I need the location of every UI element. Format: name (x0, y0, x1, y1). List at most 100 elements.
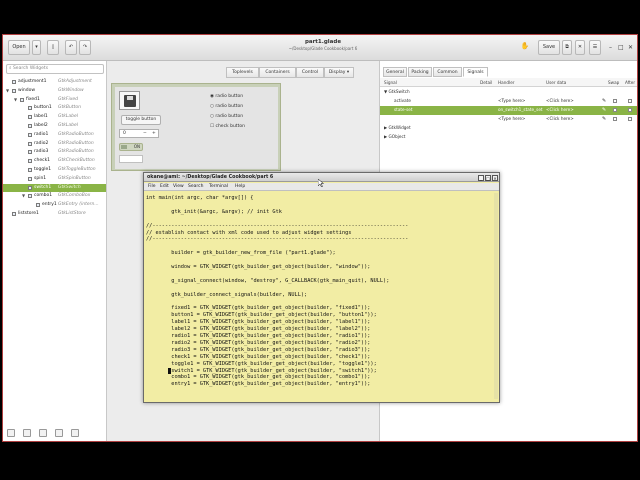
radio-button-preview[interactable]: ◉ radio button (210, 92, 245, 102)
tree-item[interactable]: radio2 GtkRadioButton (3, 140, 106, 149)
tree-action-icon[interactable] (55, 429, 63, 437)
tree-item[interactable]: ▼ fixed1 GtkFixed (3, 96, 106, 105)
signal-user-data[interactable]: <Click here> (546, 115, 574, 124)
image-preview[interactable] (119, 91, 140, 110)
plus-icon[interactable]: + (152, 130, 156, 137)
signal-row[interactable]: ▶ GObject (380, 133, 637, 142)
tree-item[interactable]: label2 GtkLabel (3, 122, 106, 131)
minus-icon[interactable]: − (143, 130, 147, 137)
signal-row[interactable]: ▼ GtkSwitch (380, 88, 637, 97)
menu-edit[interactable]: Edit (160, 183, 169, 191)
terminal-output[interactable]: int main(int argc, char *argv[]) { gtk_i… (146, 193, 497, 399)
tree-item[interactable]: label1 GtkLabel (3, 113, 106, 122)
signal-user-data[interactable]: <Click here> (546, 97, 574, 106)
tab-signals[interactable]: Signals (463, 67, 488, 77)
menu-search[interactable]: Search (188, 183, 203, 191)
col-user-data[interactable]: User data (546, 78, 566, 87)
tree-item[interactable]: entry1 GtkEntry (intern... (3, 201, 106, 210)
tab-display[interactable]: Display ▾ (324, 67, 354, 78)
edit-icon[interactable]: ✎ (602, 115, 606, 124)
radio-label: radio button (215, 94, 244, 99)
col-detail[interactable]: Detail (480, 78, 492, 87)
tree-item[interactable]: button1 GtkButton (3, 104, 106, 113)
undo-button[interactable]: ↶ (65, 40, 77, 55)
expander-arrow-icon[interactable]: ▼ (6, 87, 9, 96)
checkbox[interactable] (628, 99, 632, 103)
signal-handler[interactable]: on_switch1_state_set (498, 106, 543, 115)
spin-button-preview[interactable]: 0 − + (119, 129, 159, 138)
app-menu-button[interactable]: ☰ (589, 40, 601, 55)
radio-button-preview[interactable]: ○ radio button (210, 102, 245, 112)
close-window-button[interactable]: ✕ (492, 174, 498, 181)
check-button-preview[interactable]: ☐ check button (210, 122, 245, 132)
expander-arrow-icon[interactable]: ▼ (14, 96, 17, 105)
tree-item[interactable]: ▼ combo1 GtkComboBox (3, 192, 106, 201)
menu-terminal[interactable]: Terminal (209, 183, 228, 191)
signal-row[interactable]: <Type here> <Click here> ✎ (380, 115, 637, 124)
tree-action-icon[interactable] (7, 429, 15, 437)
tree-item[interactable]: adjustment1 GtkAdjustment (3, 78, 106, 87)
tree-action-icon[interactable] (39, 429, 47, 437)
signal-row[interactable]: activate <Type here> <Click here> ✎ (380, 97, 637, 106)
maximize-button[interactable]: □ (618, 44, 624, 51)
tab-toplevels[interactable]: Toplevels (226, 67, 259, 78)
switch-preview[interactable]: ON (119, 143, 143, 151)
close-icon: ✕ (628, 44, 634, 51)
terminal-scrollbar[interactable] (494, 193, 498, 399)
tree-item[interactable]: ▼ window GtkWindow (3, 87, 106, 96)
tree-item[interactable]: check1 GtkCheckButton (3, 157, 106, 166)
tree-item[interactable]: radio1 GtkRadioButton (3, 131, 106, 140)
checkbox[interactable] (613, 108, 617, 112)
col-after[interactable]: After (625, 78, 635, 87)
open-menu-button[interactable]: ▾ (32, 40, 41, 55)
new-button[interactable]: ▯ (47, 40, 59, 55)
redo-button[interactable]: ↷ (79, 40, 91, 55)
tree-item[interactable]: switch1 GtkSwitch (3, 183, 106, 193)
checkbox[interactable] (628, 117, 632, 121)
radio-button-preview[interactable]: ○ radio button (210, 112, 245, 122)
open-button[interactable]: Open (8, 40, 30, 55)
edit-icon[interactable]: ✎ (602, 97, 606, 106)
checkbox[interactable] (613, 99, 617, 103)
hand-tool-button[interactable]: ✋ (520, 40, 530, 55)
tab-packing[interactable]: Packing (408, 67, 432, 77)
entry-preview[interactable] (119, 155, 143, 163)
tree-item[interactable]: liststore1 GtkListStore (3, 210, 106, 219)
tab-common[interactable]: Common (433, 67, 462, 77)
close-project-button[interactable]: ✕ (575, 40, 585, 55)
toggle-button-preview[interactable]: toggle button (121, 115, 161, 125)
col-signal[interactable]: Signal (384, 78, 397, 87)
signal-handler[interactable]: <Type here> (498, 115, 525, 124)
checkbox[interactable] (613, 117, 617, 121)
signal-handler[interactable]: <Type here> (498, 97, 525, 106)
edit-icon[interactable]: ✎ (602, 106, 606, 115)
save-button[interactable]: Save (538, 40, 560, 55)
signal-user-data[interactable]: <Click here> (546, 106, 574, 115)
menu-file[interactable]: File (148, 183, 156, 191)
signal-row[interactable]: ▶ GtkWidget (380, 124, 637, 133)
col-handler[interactable]: Handler (498, 78, 515, 87)
tree-item-name: radio2 (34, 140, 49, 146)
tree-item[interactable]: spin1 GtkSpinButton (3, 175, 106, 184)
tree-item[interactable]: toggle1 GtkToggleButton (3, 166, 106, 175)
expander-arrow-icon[interactable]: ▼ (22, 192, 25, 201)
signal-row[interactable]: state-set on_switch1_state_set <Click here… (380, 106, 637, 115)
minimize-button[interactable]: – (609, 44, 612, 51)
menu-view[interactable]: View (173, 183, 184, 191)
widget-type-icon (28, 194, 32, 199)
close-window-button[interactable]: ✕ (628, 44, 633, 51)
tab-containers[interactable]: Containers (259, 67, 296, 78)
checkbox[interactable] (628, 108, 632, 112)
save-as-button[interactable]: ⧉ (562, 40, 572, 55)
search-widgets-input[interactable]: ⌕ Search Widgets (6, 64, 104, 74)
tab-general[interactable]: General (383, 67, 407, 77)
tree-item[interactable]: radio3 GtkRadioButton (3, 148, 106, 157)
minimize-button[interactable]: _ (478, 174, 484, 181)
tab-control[interactable]: Control (296, 67, 324, 78)
tree-action-icon[interactable] (23, 429, 31, 437)
menu-help[interactable]: Help (235, 183, 245, 191)
col-swap[interactable]: Swap (608, 78, 619, 87)
tree-action-icon[interactable] (71, 429, 79, 437)
maximize-button[interactable]: □ (485, 174, 491, 181)
terminal-line: //--------------------------------------… (146, 236, 409, 243)
